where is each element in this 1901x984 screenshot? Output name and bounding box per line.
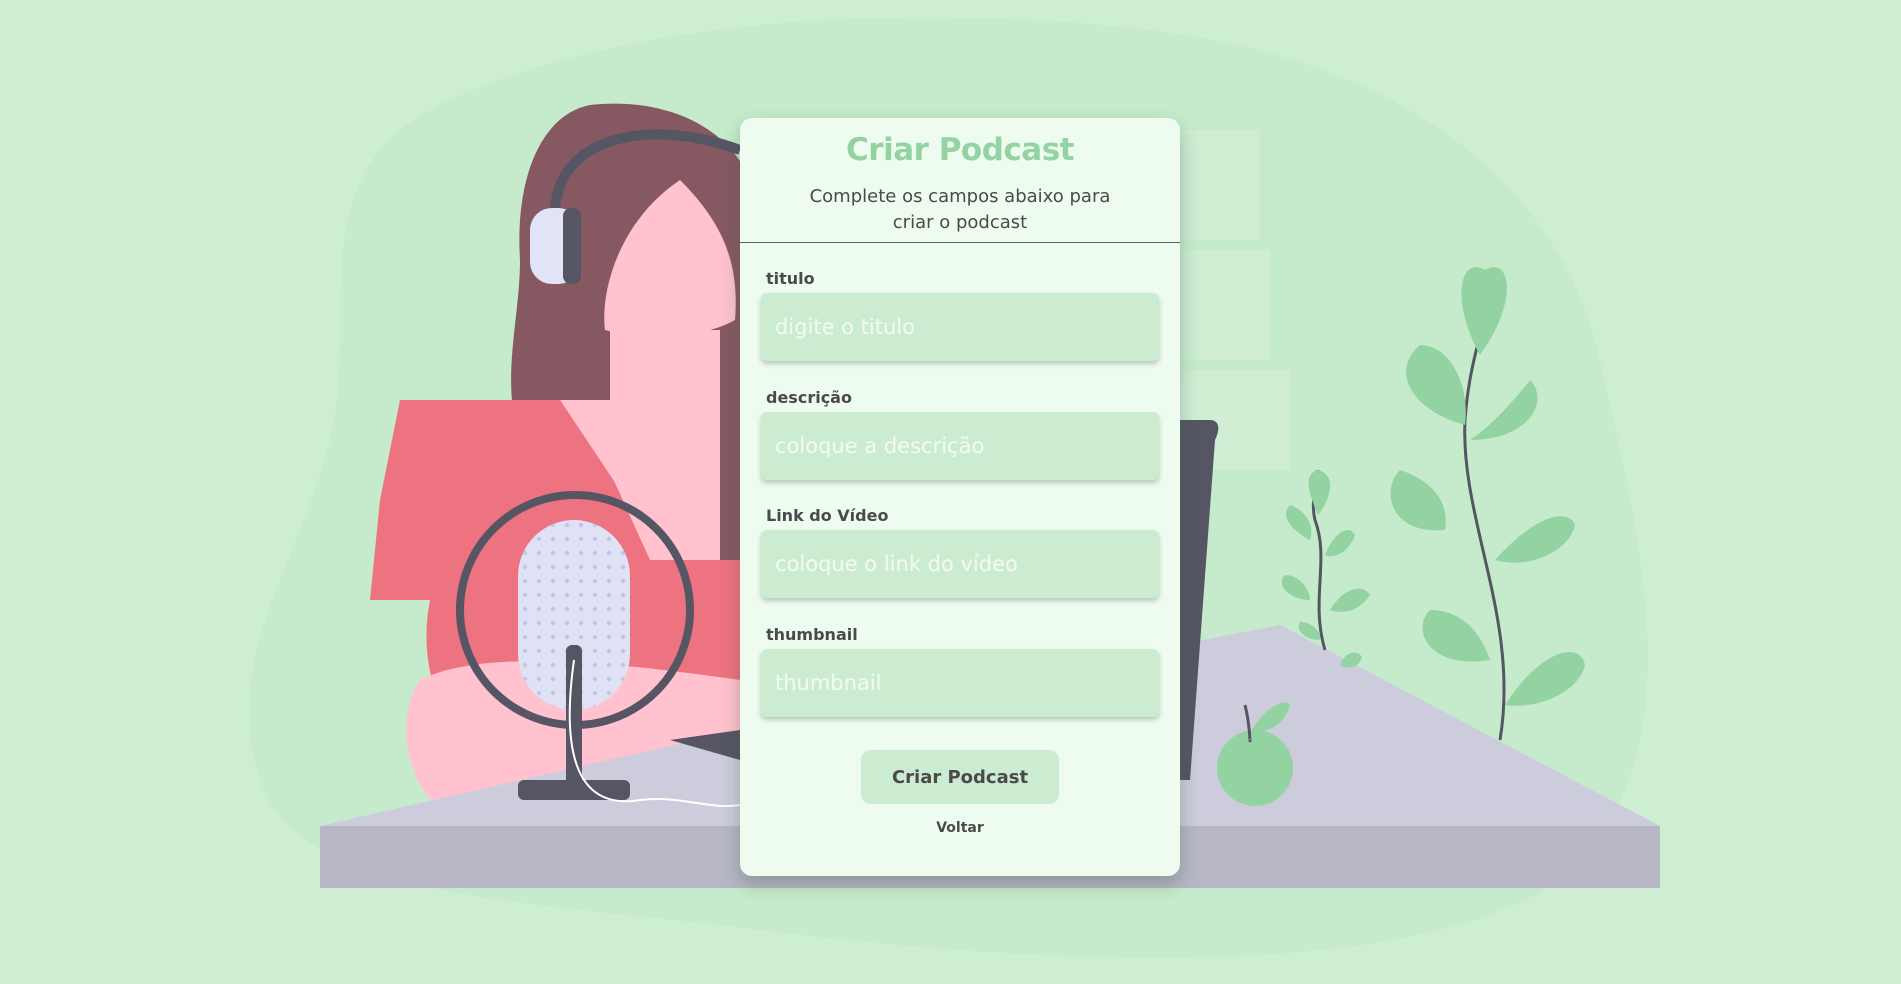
create-podcast-button[interactable]: Criar Podcast (861, 750, 1059, 804)
divider (740, 242, 1180, 243)
video-link-label: Link do Vídeo (766, 506, 889, 525)
description-input[interactable] (761, 412, 1159, 480)
title-input[interactable] (761, 293, 1159, 361)
page-subtitle: Complete os campos abaixo para criar o p… (809, 186, 1111, 233)
thumbnail-input[interactable] (761, 649, 1159, 717)
description-label: descrição (766, 388, 852, 407)
video-link-input[interactable] (761, 530, 1159, 598)
thumbnail-label: thumbnail (766, 625, 858, 644)
page-title: Criar Podcast (846, 132, 1074, 168)
back-link[interactable]: Voltar (740, 820, 1180, 836)
create-podcast-card: Criar Podcast Complete os campos abaixo … (740, 118, 1180, 876)
mic-base (518, 780, 630, 800)
title-label: titulo (766, 269, 815, 288)
apple (1217, 730, 1293, 806)
